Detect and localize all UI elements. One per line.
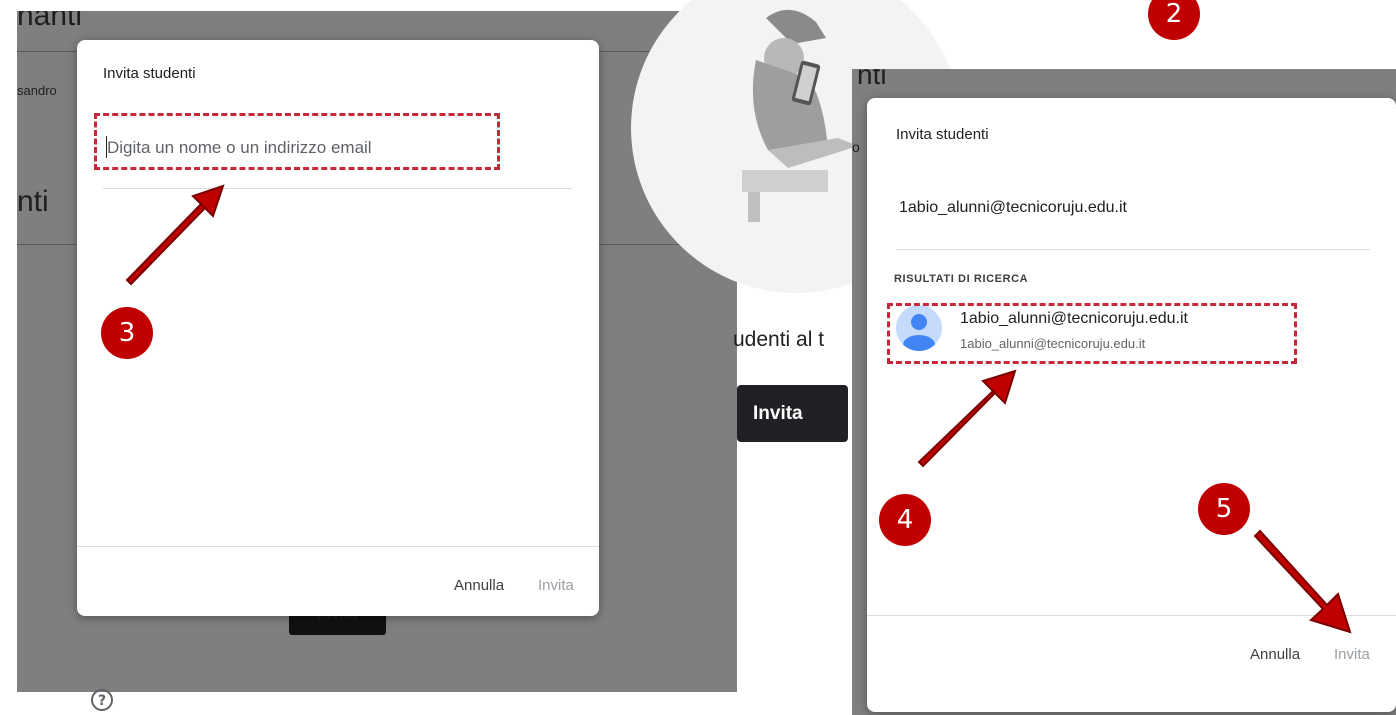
step-marker-3: 3 [101, 307, 153, 359]
input-highlight-box [94, 113, 500, 170]
background-user-name: sandro [17, 83, 57, 98]
dialog-title: Invita studenti [103, 65, 196, 82]
student-illustration [742, 9, 858, 222]
invite-students-dialog: Invita studenti 1abio_alunni@tecnicoruju… [867, 98, 1396, 712]
step-marker-2: 2 [1148, 0, 1200, 40]
dialog-footer-divider [867, 615, 1396, 616]
background-side-text: o [852, 139, 860, 155]
input-underline [896, 249, 1370, 250]
input-underline [103, 188, 572, 189]
invite-button[interactable]: Invita [1334, 646, 1370, 663]
background-section-heading: nti [857, 69, 887, 90]
cancel-button[interactable]: Annulla [1250, 646, 1300, 663]
step-marker-5: 5 [1198, 483, 1250, 535]
background-page-heading: nanti [17, 11, 83, 32]
search-results-header: RISULTATI DI RICERCA [894, 273, 1029, 285]
help-icon[interactable]: ? [90, 688, 114, 712]
step-marker-4: 4 [879, 494, 931, 546]
dialog-title: Invita studenti [896, 126, 989, 143]
background-section-heading: nti [17, 185, 49, 218]
invite-button[interactable]: Invita [538, 577, 574, 594]
dialog-footer-divider [77, 546, 599, 547]
invite-students-button[interactable]: Invita [737, 385, 848, 442]
cancel-button[interactable]: Annulla [454, 577, 504, 594]
empty-state-message: udenti al t [733, 328, 825, 351]
svg-text:?: ? [98, 693, 106, 709]
student-search-input[interactable]: 1abio_alunni@tecnicoruju.edu.it [899, 199, 1127, 217]
search-result-highlight-box [887, 303, 1297, 364]
